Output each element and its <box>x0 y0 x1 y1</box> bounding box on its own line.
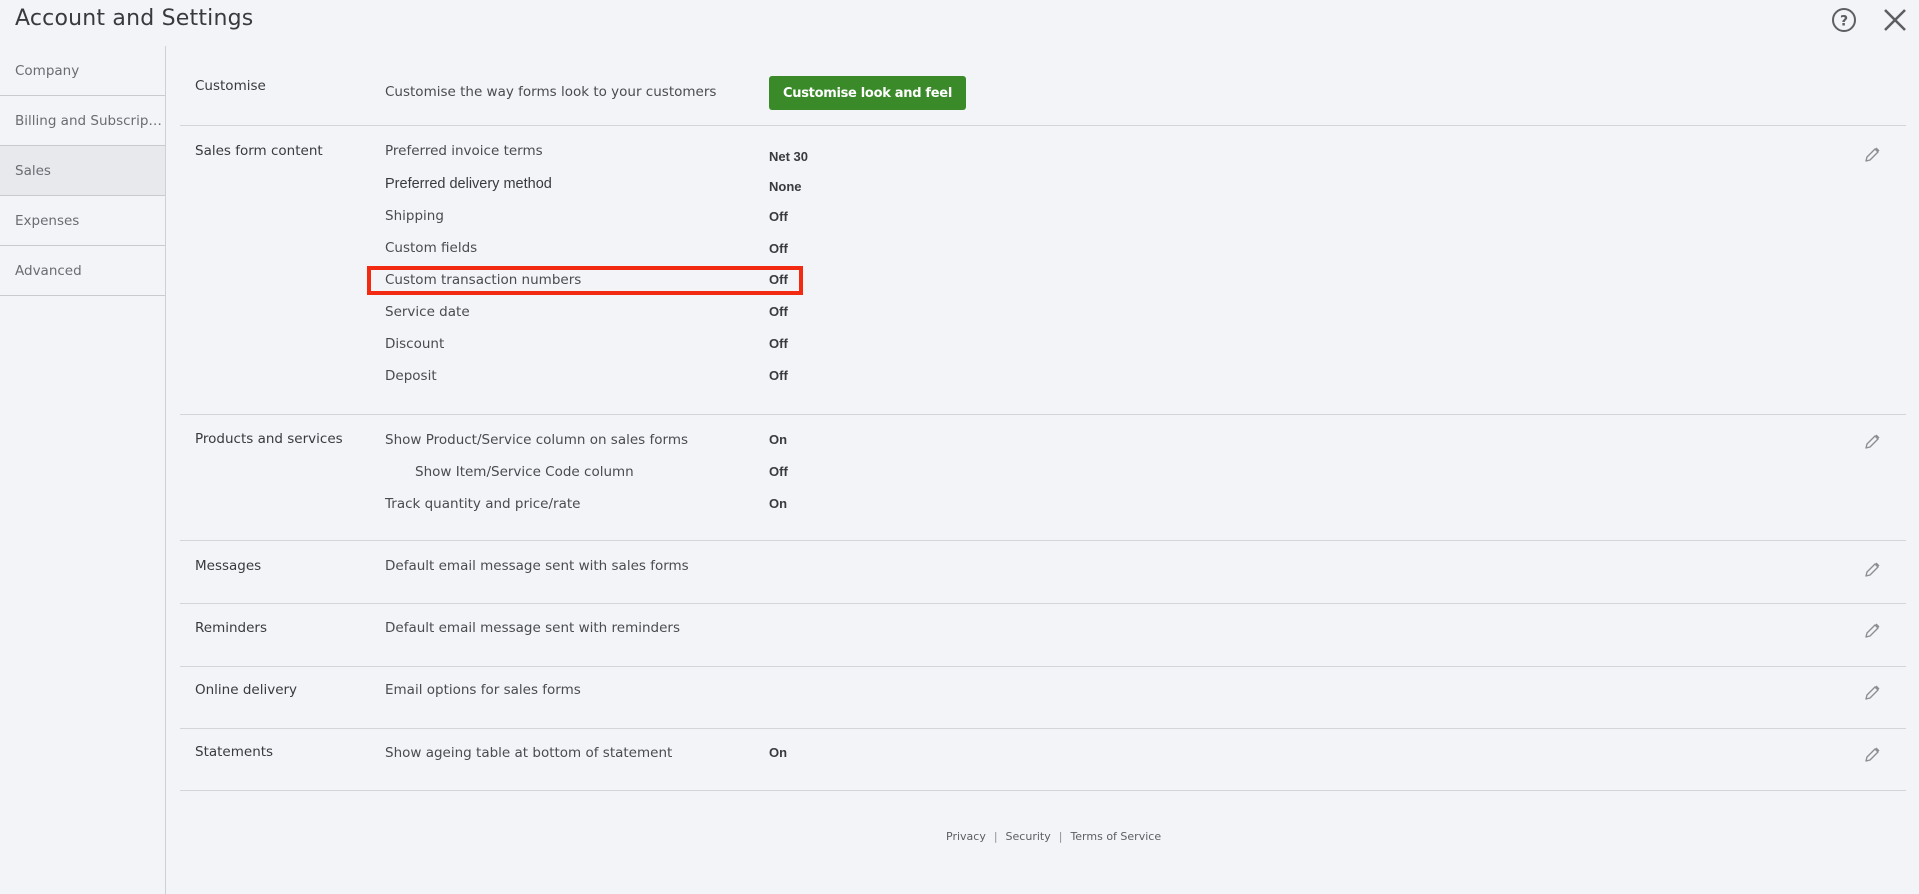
row-label: Custom fields <box>385 240 478 256</box>
row-value: Off <box>769 336 788 351</box>
section-products-and-services[interactable]: Products and services Show Product/Servi… <box>180 415 1906 541</box>
section-sales-form-content[interactable]: Sales form content Preferred invoice ter… <box>180 126 1906 415</box>
row-label: Track quantity and price/rate <box>385 496 581 512</box>
row-label: Preferred invoice terms <box>385 143 543 159</box>
pencil-icon[interactable] <box>1863 746 1881 764</box>
footer-links: Privacy | Security | Terms of Service <box>946 830 1161 843</box>
row-label: Discount <box>385 336 445 352</box>
section-title: Statements <box>195 744 274 760</box>
section-reminders[interactable]: Reminders Default email message sent wit… <box>180 604 1906 667</box>
row-value-custom-transaction-numbers: Off <box>769 272 788 287</box>
customise-look-and-feel-button[interactable]: Customise look and feel <box>769 76 966 110</box>
section-title: Products and services <box>195 431 343 447</box>
svg-text:?: ? <box>1840 14 1848 30</box>
footer-separator: | <box>1058 830 1063 843</box>
row-label: Show Item/Service Code column <box>415 464 634 480</box>
row-value: Off <box>769 241 788 256</box>
section-description: Email options for sales forms <box>385 682 581 698</box>
row-value: Off <box>769 368 788 383</box>
pencil-icon[interactable] <box>1863 146 1881 164</box>
section-title: Sales form content <box>195 143 323 159</box>
section-statements[interactable]: Statements Show ageing table at bottom o… <box>180 728 1906 791</box>
terms-of-service-link[interactable]: Terms of Service <box>1070 830 1161 843</box>
section-title: Messages <box>195 558 262 574</box>
section-title: Customise <box>195 78 266 94</box>
row-value: On <box>769 496 788 511</box>
privacy-link[interactable]: Privacy <box>946 830 986 843</box>
row-value: Off <box>769 464 788 479</box>
close-icon[interactable] <box>1881 6 1909 34</box>
row-value: Off <box>769 209 788 224</box>
section-description: Customise the way forms look to your cus… <box>385 84 717 100</box>
section-description: Default email message sent with reminder… <box>385 620 680 636</box>
section-customise: Customise Customise the way forms look t… <box>180 60 1906 126</box>
section-title: Online delivery <box>195 682 298 698</box>
section-online-delivery[interactable]: Online delivery Email options for sales … <box>180 666 1906 729</box>
sidebar-item-billing-and-subscription[interactable]: Billing and Subscripti... <box>0 96 165 146</box>
section-title: Reminders <box>195 620 267 636</box>
row-label-custom-transaction-numbers: Custom transaction numbers <box>385 272 582 288</box>
section-description: Default email message sent with sales fo… <box>385 558 689 574</box>
help-icon[interactable]: ? <box>1831 7 1857 33</box>
row-label: Deposit <box>385 368 437 384</box>
row-label: Shipping <box>385 208 444 224</box>
section-description: Show ageing table at bottom of statement <box>385 745 673 761</box>
sidebar-item-company[interactable]: Company <box>0 46 165 96</box>
row-value: None <box>769 179 802 194</box>
sidebar-item-advanced[interactable]: Advanced <box>0 246 165 296</box>
pencil-icon[interactable] <box>1863 561 1881 579</box>
sidebar-item-sales[interactable]: Sales <box>0 146 165 196</box>
row-label: Preferred delivery method <box>385 176 552 192</box>
sidebar-item-expenses[interactable]: Expenses <box>0 196 165 246</box>
page-title: Account and Settings <box>15 6 254 31</box>
row-value: Net 30 <box>769 149 809 164</box>
section-messages[interactable]: Messages Default email message sent with… <box>180 541 1906 604</box>
security-link[interactable]: Security <box>1006 830 1051 843</box>
footer-separator: | <box>993 830 998 843</box>
row-value: On <box>769 745 788 760</box>
row-value: On <box>769 432 788 447</box>
row-value: Off <box>769 304 788 319</box>
pencil-icon[interactable] <box>1863 622 1881 640</box>
row-label: Service date <box>385 304 470 320</box>
pencil-icon[interactable] <box>1863 684 1881 702</box>
row-label: Show Product/Service column on sales for… <box>385 432 688 448</box>
settings-sidebar: Company Billing and Subscripti... Sales … <box>0 46 166 894</box>
pencil-icon[interactable] <box>1863 433 1881 451</box>
